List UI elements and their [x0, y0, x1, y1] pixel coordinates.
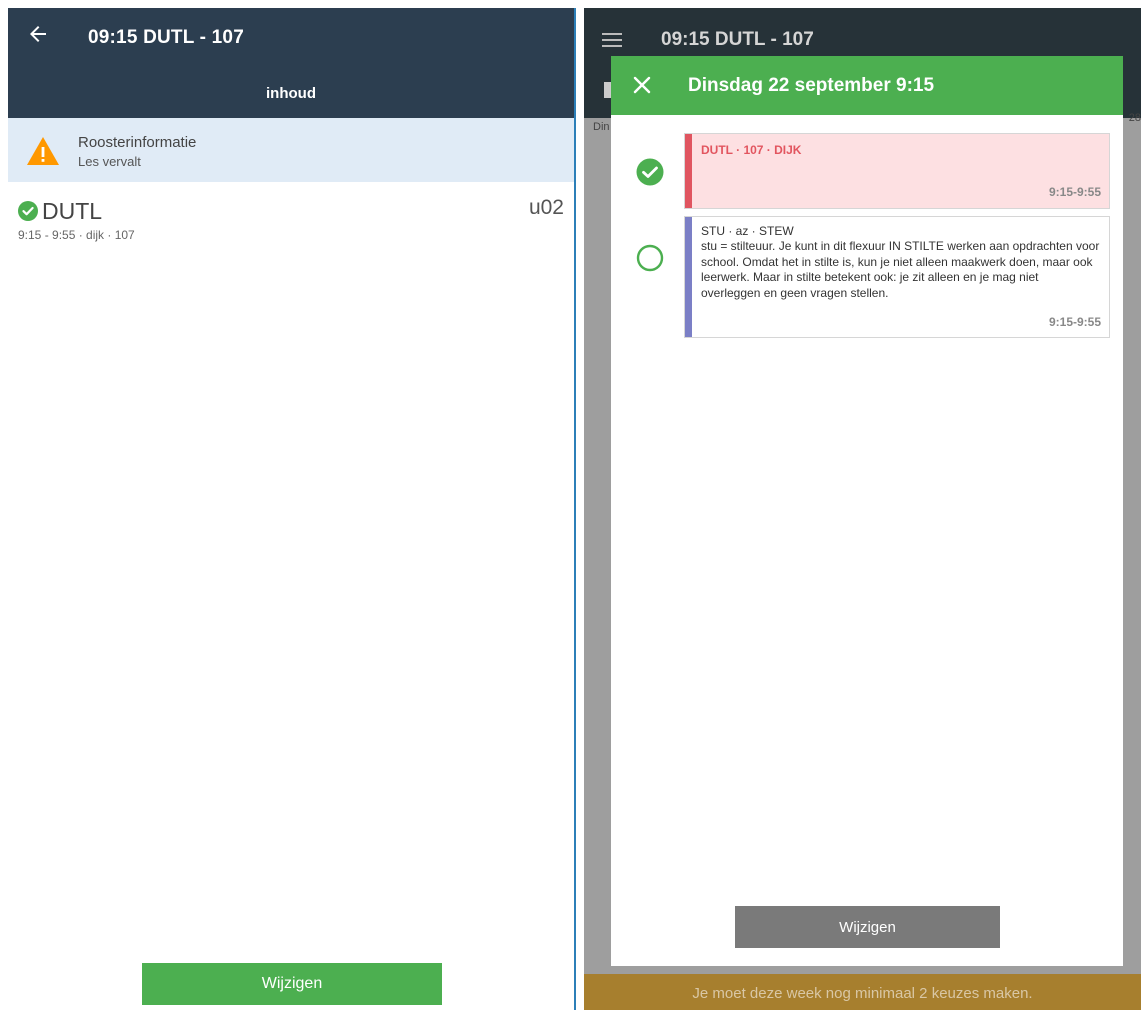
info-subtitle: Les vervalt: [78, 154, 141, 169]
lesson-details: 9:15 - 9:55 · dijk · 107: [18, 228, 135, 242]
choice-dialog: Dinsdag 22 september 9:15 DUTL · 107 · D…: [611, 56, 1123, 966]
selected-check-icon[interactable]: [636, 158, 664, 186]
choice-color-bar: [685, 217, 692, 337]
choice-title: STU · az · STEW: [701, 224, 794, 238]
lesson-item[interactable]: DUTL 9:15 - 9:55 · dijk · 107 u02: [8, 182, 574, 252]
dialog-title: Dinsdag 22 september 9:15: [688, 75, 935, 96]
info-title: Roosterinformatie: [78, 134, 197, 151]
choice-title: DUTL · 107 · DIJK: [701, 143, 802, 157]
radio-unselected-icon[interactable]: [636, 244, 664, 272]
top-bar: 09:15 DUTL - 107: [8, 8, 574, 67]
change-button[interactable]: Wijzigen: [142, 963, 442, 1005]
menu-icon[interactable]: [602, 32, 622, 48]
choice-description: stu = stilteuur. Je kunt in dit flexuur …: [701, 239, 1100, 300]
section-title: inhoud: [266, 85, 316, 102]
sub-header: inhoud: [8, 67, 574, 118]
page-title: 09:15 DUTL - 107: [661, 29, 814, 50]
close-icon[interactable]: [633, 76, 651, 94]
day-label: Din: [593, 121, 610, 133]
choice-card[interactable]: STU · az · STEW stu = stilteuur. Je kunt…: [684, 216, 1110, 338]
choice-card[interactable]: DUTL · 107 · DIJK 9:15-9:55: [684, 133, 1110, 209]
check-circle-icon: [18, 201, 38, 221]
back-arrow-icon[interactable]: [26, 22, 50, 46]
page-title: 09:15 DUTL - 107: [88, 27, 244, 48]
dialog-header: Dinsdag 22 september 9:15: [611, 56, 1123, 115]
choice-time: 9:15-9:55: [1048, 315, 1101, 329]
notice-text: Je moet deze week nog minimaal 2 keuzes …: [692, 985, 1033, 1002]
lesson-name: DUTL: [42, 198, 103, 224]
week-number: 28: [1128, 112, 1141, 124]
change-button[interactable]: Wijzigen: [735, 906, 1000, 948]
lesson-detail-panel: 09:15 DUTL - 107 inhoud Roosterinformati…: [8, 8, 576, 1010]
lesson-hour: u02: [528, 196, 564, 219]
warning-icon: [27, 137, 59, 165]
schedule-info-banner: Roosterinformatie Les vervalt: [8, 118, 574, 182]
notice-bar: Je moet deze week nog minimaal 2 keuzes …: [584, 974, 1141, 1010]
choice-time: 9:15-9:55: [1048, 185, 1101, 199]
choice-color-bar: [685, 134, 692, 208]
choice-panel: 09:15 DUTL - 107 Din 28 Dinsdag 22 septe…: [584, 8, 1141, 1010]
